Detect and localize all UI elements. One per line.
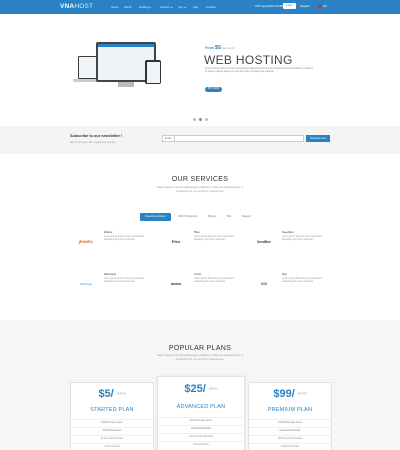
slider-dot[interactable] <box>193 118 196 121</box>
plan-feature: 5 Free Domain <box>158 441 244 446</box>
hero-slider <box>0 14 400 126</box>
plan-feature: 1000GB Storage Space <box>249 419 331 424</box>
plan-feature: 10 Free Sub Domains <box>71 435 153 440</box>
plan-feature: 500GB Bandwidth <box>71 427 153 432</box>
services-tabs: Operating systems DDOS Protection Backup… <box>140 204 254 221</box>
nav-servers[interactable]: Servers <box>160 5 173 9</box>
plex-logo: Plex <box>171 239 181 244</box>
plan-price: $99/ MONTH <box>273 388 307 400</box>
plan-card-started: $5/ MONTH STARTED PLAN 50GB Storage Spac… <box>70 382 154 450</box>
email-label: Email <box>165 136 175 142</box>
service-name: jPanel <box>104 230 113 234</box>
plan-name: STARTED PLAN <box>90 407 134 413</box>
plan-name: ADVANCED PLAN <box>176 404 226 410</box>
newsletter-description: We do no spam. We respect your privacy. <box>70 141 117 144</box>
register-link[interactable]: Register <box>300 5 310 8</box>
nav-about[interactable]: About <box>124 5 131 9</box>
service-text: Lorem ipsum dolor sit amet consectetur a… <box>194 236 235 242</box>
flag-icon <box>318 5 322 8</box>
nav-contact[interactable]: Contact <box>206 5 216 9</box>
logo[interactable]: VNAHOST <box>60 3 93 10</box>
subscribe-button[interactable]: Subscribe now <box>306 135 330 142</box>
hero-title: WEB HOSTING <box>204 53 293 67</box>
service-text: Lorem ipsum dolor sit amet consectetur a… <box>104 236 145 242</box>
hero-description: Lorem ipsum dolor sit amet consectetur a… <box>205 67 313 74</box>
dgi-logo: DGI <box>261 282 267 286</box>
tablet-illustration <box>145 60 161 84</box>
service-text: Lorem ipsum dolor sit amet consectetur a… <box>282 236 323 242</box>
nav-vps[interactable]: Vps <box>178 5 186 9</box>
plan-card-premium: $99/ MONTH PREMIUM PLAN 1000GB Storage S… <box>248 382 332 450</box>
tab-ssl[interactable]: SSL <box>224 213 235 221</box>
monitor-stand <box>118 82 134 87</box>
services-description: Integer faucibus dui sed pellentesque ve… <box>156 186 244 193</box>
slider-dot-active[interactable] <box>199 118 202 121</box>
buy-now-button[interactable]: BUY NOW <box>205 87 222 92</box>
plan-feature: 50GB Storage Space <box>71 419 153 424</box>
tab-backup[interactable]: Backup <box>205 213 219 221</box>
plan-feature: Unlimited Domain <box>249 443 331 448</box>
service-text: Lorem ipsum dolor sit amet consectetur a… <box>104 278 145 284</box>
plan-feature: 100 Free Sub Domains <box>158 433 244 438</box>
plan-feature: 150GB Storage Space <box>158 417 244 422</box>
tab-support[interactable]: Support <box>239 213 254 221</box>
service-name: Windows <box>104 272 117 276</box>
ubuntu-logo: ubuntu <box>170 282 182 286</box>
plan-feature: 1500GB Bandwidth <box>158 425 244 430</box>
service-name: Linux <box>194 272 202 276</box>
service-name: Seedbox <box>282 230 294 234</box>
nav-faq[interactable]: Faq <box>193 5 198 9</box>
login-button[interactable]: Login <box>283 3 296 9</box>
service-name: Plex <box>194 230 200 234</box>
plan-name: PREMIUM PLAN <box>267 407 313 413</box>
plans-description: Integer faucibus dui sed pellentesque ve… <box>156 354 244 361</box>
nav-hosting[interactable]: Hosting <box>139 5 151 9</box>
service-text: Lorem ipsum dolor sit amet consectetur a… <box>282 278 323 284</box>
plan-feature: 1000 Free Sub Domains <box>249 435 331 440</box>
tab-operating-systems[interactable]: Operating systems <box>140 213 171 221</box>
plan-card-advanced: $25/ MONTH ADVANCED PLAN 150GB Storage S… <box>157 376 245 450</box>
slider-dot[interactable] <box>205 118 208 121</box>
windows-logo: Windows <box>79 282 93 286</box>
support-link[interactable]: 24/7 support <box>255 5 269 8</box>
seedbox-logo: SeedBox <box>257 240 271 244</box>
page: VNAHOST Home About Hosting Servers Vps F… <box>0 0 400 450</box>
services-title: OUR SERVICES <box>171 176 229 183</box>
service-name: Dgi <box>282 272 287 276</box>
plan-price: $5/ MONTH <box>98 388 126 400</box>
email-field[interactable]: Email <box>162 135 304 142</box>
tab-ddos-protection[interactable]: DDOS Protection <box>175 213 200 221</box>
jpanel-logo: jPANEL <box>78 239 94 244</box>
language-select[interactable]: EN <box>318 5 327 8</box>
plans-title: POPULAR PLANS <box>168 345 232 352</box>
plan-feature: 1 Free Domain <box>71 443 153 448</box>
hero-price: From $5 /per month <box>205 45 235 51</box>
nav-home[interactable]: Home <box>111 5 118 9</box>
plan-feature: Unlimited Bandwidth <box>249 427 331 432</box>
service-text: Lorem ipsum dolor sit amet consectetur a… <box>194 278 235 284</box>
newsletter-title: Subscribe to our newsletter ! <box>70 134 123 138</box>
plan-price: $25/ MONTH <box>184 383 218 395</box>
